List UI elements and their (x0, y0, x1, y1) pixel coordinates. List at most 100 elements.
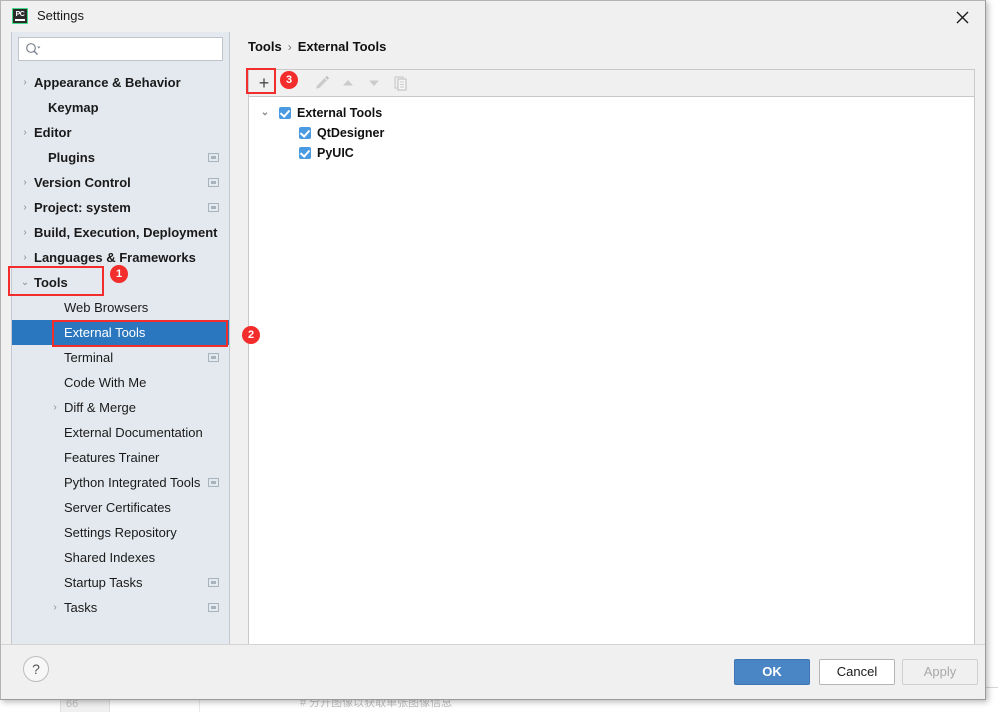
settings-sidebar: › Appearance & Behavior Keymap › Editor Plugi… (11, 32, 230, 646)
tool-checkbox[interactable] (299, 147, 311, 159)
sidebar-item-external-tools[interactable]: External Tools (12, 320, 229, 345)
chevron-right-icon[interactable]: › (18, 120, 32, 145)
sidebar-item-label: External Tools (64, 325, 146, 340)
chevron-right-icon[interactable]: › (18, 70, 32, 95)
tool-tree-row[interactable]: QtDesigner (249, 123, 974, 143)
edit-tool-button[interactable] (311, 72, 333, 94)
sidebar-item-label: Python Integrated Tools (64, 475, 201, 490)
sidebar-item-label: Build, Execution, Deployment (34, 225, 218, 240)
chevron-right-icon[interactable]: › (18, 245, 32, 270)
pycharm-icon-bar (15, 19, 25, 21)
sidebar-item-startup-tasks[interactable]: Startup Tasks (12, 570, 229, 595)
sidebar-item-label: Version Control (34, 175, 131, 190)
tool-checkbox[interactable] (279, 107, 291, 119)
pycharm-icon: PC (12, 8, 28, 24)
search-icon (25, 42, 41, 62)
sidebar-item-label: Features Trainer (64, 450, 160, 465)
sidebar-item-features-trainer[interactable]: Features Trainer (12, 445, 229, 470)
sidebar-item-terminal[interactable]: Terminal (12, 345, 229, 370)
ok-button[interactable]: OK (734, 659, 810, 685)
sidebar-item-label: Appearance & Behavior (34, 75, 181, 90)
sidebar-item-label: Terminal (64, 350, 114, 365)
sidebar-splitter[interactable] (230, 32, 240, 646)
arrow-down-icon (369, 80, 379, 86)
sidebar-item-external-documentation[interactable]: External Documentation (12, 420, 229, 445)
sidebar-item-server-certificates[interactable]: Server Certificates (12, 495, 229, 520)
tool-label: External Tools (297, 106, 383, 120)
sidebar-item-project-system[interactable]: › Project: system (12, 195, 229, 220)
screen: 66 # 分开图像以获取单张图像信息 PC Settings › Appeara… (0, 0, 998, 712)
search-input[interactable] (47, 38, 221, 62)
sidebar-item-settings-repository[interactable]: Settings Repository (12, 520, 229, 545)
sidebar-item-label: Editor (34, 125, 72, 140)
tool-tree-row[interactable]: PyUIC (249, 143, 974, 163)
chevron-down-icon[interactable]: ⌄ (259, 103, 271, 123)
breadcrumb: Tools › External Tools (248, 39, 386, 54)
sidebar-item-label: Tools (34, 275, 68, 290)
project-scope-icon (208, 353, 219, 362)
project-scope-icon (208, 603, 219, 612)
chevron-down-icon[interactable]: ⌄ (18, 270, 32, 295)
external-tools-tree: ⌄ External Tools QtDesigner PyUIC (249, 97, 974, 163)
sidebar-item-diff-merge[interactable]: › Diff & Merge (12, 395, 229, 420)
breadcrumb-current: External Tools (297, 39, 387, 54)
sidebar-item-editor[interactable]: › Editor (12, 120, 229, 145)
sidebar-item-label: Plugins (48, 150, 95, 165)
apply-button: Apply (902, 659, 978, 685)
breadcrumb-separator: › (287, 40, 292, 54)
close-icon (956, 11, 969, 24)
chevron-right-icon[interactable]: › (48, 595, 62, 620)
close-button[interactable] (940, 1, 985, 31)
project-scope-icon (208, 478, 219, 487)
add-tool-button[interactable]: + (253, 72, 275, 94)
sidebar-item-code-with-me[interactable]: Code With Me (12, 370, 229, 395)
sidebar-item-build-execution-deployment[interactable]: › Build, Execution, Deployment (12, 220, 229, 245)
tool-label: PyUIC (317, 146, 354, 160)
search-box[interactable] (18, 37, 223, 62)
sidebar-item-python-integrated-tools[interactable]: Python Integrated Tools (12, 470, 229, 495)
chevron-right-icon[interactable]: › (18, 170, 32, 195)
dialog-titlebar: PC Settings (1, 1, 985, 32)
move-down-button[interactable] (363, 72, 385, 94)
project-scope-icon (208, 178, 219, 187)
tool-checkbox[interactable] (299, 127, 311, 139)
sidebar-item-tasks[interactable]: › Tasks (12, 595, 229, 620)
sidebar-item-label: Shared Indexes (64, 550, 156, 565)
external-tools-tree-panel[interactable]: ⌄ External Tools QtDesigner PyUIC (248, 96, 975, 670)
copy-tool-button[interactable] (390, 72, 412, 94)
sidebar-item-version-control[interactable]: › Version Control (12, 170, 229, 195)
sidebar-item-label: External Documentation (64, 425, 203, 440)
sidebar-item-label: Startup Tasks (64, 575, 143, 590)
sidebar-item-label: Diff & Merge (64, 400, 137, 415)
sidebar-item-tools[interactable]: ⌄ Tools (12, 270, 229, 295)
sidebar-item-web-browsers[interactable]: Web Browsers (12, 295, 229, 320)
sidebar-item-plugins[interactable]: Plugins (12, 145, 229, 170)
pencil-icon (316, 76, 329, 89)
move-up-button[interactable] (337, 72, 359, 94)
sidebar-item-keymap[interactable]: Keymap (12, 95, 229, 120)
help-button[interactable]: ? (23, 656, 49, 682)
chevron-right-icon[interactable]: › (48, 395, 62, 420)
pycharm-icon-text: PC (15, 11, 25, 18)
sidebar-item-shared-indexes[interactable]: Shared Indexes (12, 545, 229, 570)
copy-icon (394, 76, 407, 91)
cancel-button[interactable]: Cancel (819, 659, 895, 685)
sidebar-item-appearance-behavior[interactable]: › Appearance & Behavior (12, 70, 229, 95)
settings-dialog: PC Settings › Appearance & Behavior Keym… (0, 0, 986, 700)
sidebar-item-label: Project: system (34, 200, 131, 215)
sidebar-item-languages-frameworks[interactable]: › Languages & Frameworks (12, 245, 229, 270)
tool-tree-row[interactable]: ⌄ External Tools (249, 103, 974, 123)
project-scope-icon (208, 578, 219, 587)
chevron-right-icon[interactable]: › (18, 195, 32, 220)
sidebar-item-label: Server Certificates (64, 500, 171, 515)
sidebar-item-label: Web Browsers (64, 300, 149, 315)
dialog-title: Settings (37, 8, 84, 23)
breadcrumb-parent[interactable]: Tools (248, 39, 282, 54)
tools-toolbar: + (248, 69, 975, 96)
chevron-right-icon[interactable]: › (18, 220, 32, 245)
project-scope-icon (208, 153, 219, 162)
arrow-up-icon (343, 80, 353, 86)
main-panel: Tools › External Tools + ⌄ External Tool… (240, 32, 977, 670)
tool-label: QtDesigner (317, 126, 385, 140)
sidebar-item-label: Code With Me (64, 375, 147, 390)
